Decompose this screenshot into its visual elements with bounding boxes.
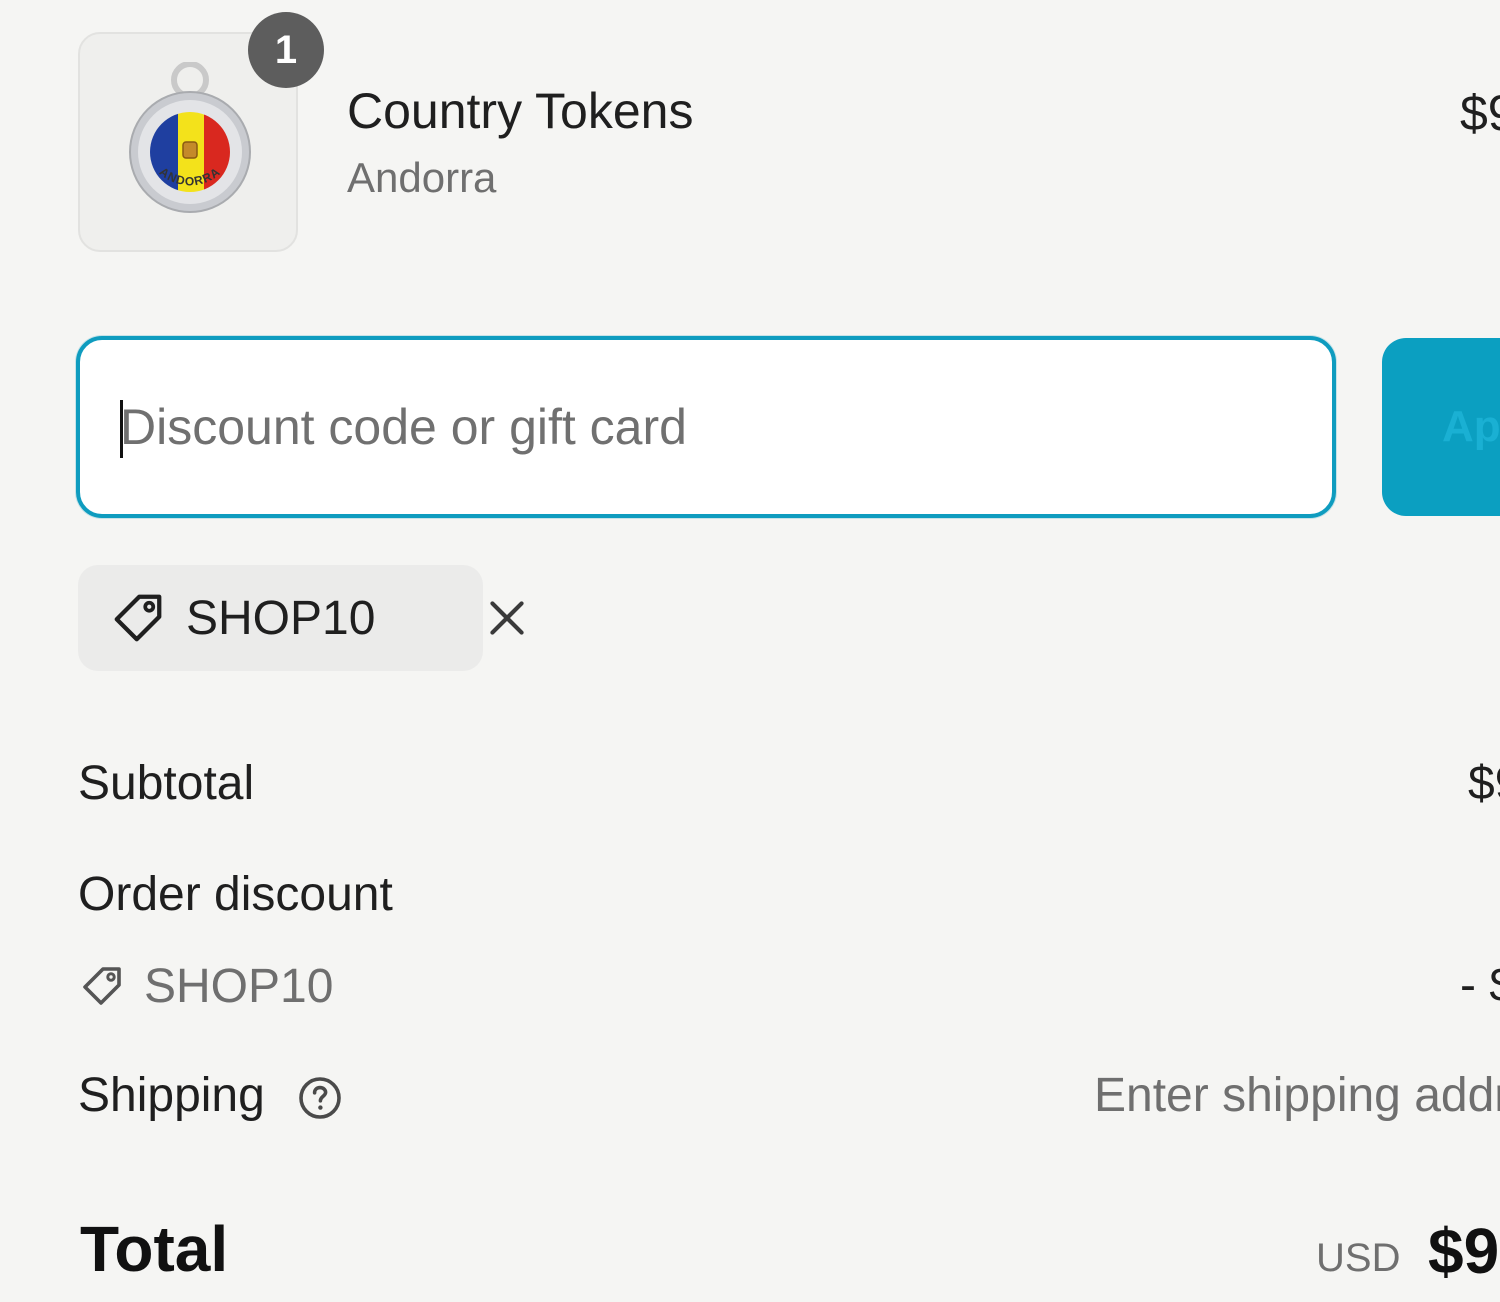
quantity-badge: 1	[248, 12, 324, 88]
order-discount-code-text: SHOP10	[144, 959, 334, 1013]
total-label: Total	[80, 1213, 229, 1285]
order-discount-value: - $	[1460, 959, 1500, 1012]
applied-discount-chip: SHOP10	[78, 565, 524, 671]
discount-code-input[interactable]	[80, 340, 1332, 514]
subtotal-label: Subtotal	[78, 757, 255, 810]
subtotal-value: $9	[1468, 757, 1500, 810]
order-discount-code: SHOP10	[78, 956, 333, 1016]
discount-field[interactable]	[76, 336, 1336, 518]
question-circle-icon[interactable]	[296, 1074, 344, 1122]
line-item-price: $9	[1460, 85, 1500, 141]
applied-discount-code: SHOP10	[186, 591, 376, 645]
product-variant: Andorra	[347, 154, 497, 201]
tag-icon	[114, 594, 162, 642]
total-currency: USD	[1316, 1236, 1401, 1280]
shipping-value: Enter shipping address	[1094, 1069, 1500, 1122]
order-discount-label: Order discount	[78, 868, 393, 921]
text-caret	[120, 400, 123, 458]
andorra-token-image: ANDORRA	[129, 62, 251, 213]
tag-icon	[83, 967, 121, 1005]
remove-discount-button[interactable]	[482, 593, 532, 643]
close-icon	[490, 601, 524, 635]
product-name: Country Tokens	[347, 83, 694, 139]
apply-discount-button[interactable]: Apply	[1382, 338, 1500, 516]
total-value: $9	[1428, 1215, 1500, 1287]
shipping-label: Shipping	[78, 1069, 265, 1122]
